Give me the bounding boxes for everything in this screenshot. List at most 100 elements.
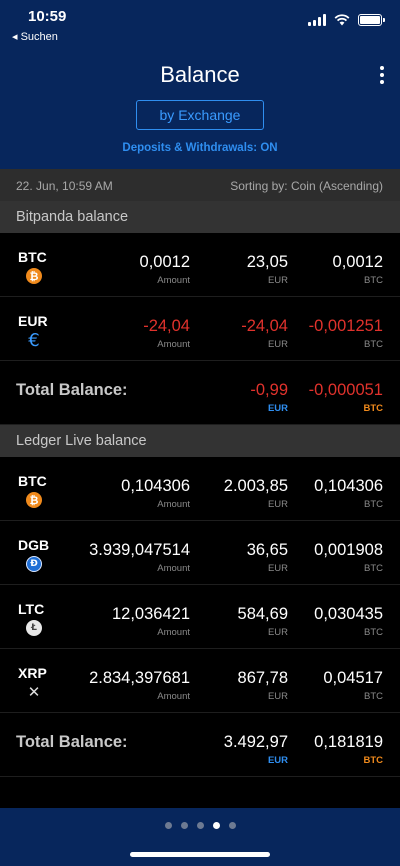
info-bar: 22. Jun, 10:59 AM Sorting by: Coin (Asce… (0, 169, 400, 201)
coin-code: EUR (18, 313, 48, 329)
coin-cell: EUR € (18, 313, 52, 351)
total-eur-value: 3.492,97 (223, 733, 288, 751)
eur-cell: 584,69 EUR (238, 605, 288, 638)
btc-value: -0,001251 (308, 317, 383, 335)
btc-cell: 0,04517 BTC (323, 669, 383, 702)
amount-value: 3.939,047514 (89, 541, 190, 559)
coin-cell: XRP ✕ (18, 665, 52, 701)
total-btc-cell: 0,181819 BTC (314, 733, 383, 766)
amount-cell: 2.834,397681 Amount (89, 669, 190, 702)
btc-cell: 0,030435 BTC (314, 605, 383, 638)
eur-value: 2.003,85 (223, 477, 288, 495)
page-title: Balance (160, 62, 240, 87)
bitcoin-icon: ₿ (26, 268, 42, 284)
btc-unit: BTC (363, 755, 383, 766)
deposits-withdrawals-toggle[interactable]: Deposits & Withdrawals: ON (0, 142, 400, 154)
eur-value: 867,78 (237, 669, 288, 687)
cellular-signal-icon (308, 14, 326, 26)
btc-value: 0,030435 (314, 605, 383, 623)
amount-cell: -24,04 Amount (143, 317, 190, 350)
eur-cell: -24,04 EUR (241, 317, 288, 350)
eur-cell: 867,78 EUR (238, 669, 288, 702)
updated-date: 22. Jun, 10:59 AM (16, 179, 113, 193)
page-dot[interactable] (228, 822, 236, 829)
status-time: 10:59 (28, 8, 67, 25)
more-menu-icon[interactable] (380, 66, 384, 84)
coin-code: XRP (18, 665, 47, 681)
header-bar: 10:59 ◂ Suchen Balance by Exchange Depos… (0, 0, 400, 169)
total-label: Total Balance: (16, 733, 128, 751)
total-btc-value: -0,000051 (308, 381, 383, 399)
total-btc-cell: -0,000051 BTC (309, 381, 383, 414)
amount-unit: Amount (157, 339, 190, 350)
eur-cell: 2.003,85 EUR (224, 477, 288, 510)
amount-unit: Amount (157, 275, 190, 286)
eur-value: 584,69 (237, 605, 288, 623)
ripple-icon: ✕ (27, 683, 41, 701)
amount-cell: 0,104306 Amount (121, 477, 190, 510)
btc-unit: BTC (364, 691, 383, 702)
balance-row-btc[interactable]: BTC ₿ 0,104306 Amount 2.003,85 EUR 0,10430… (0, 457, 400, 521)
total-label: Total Balance: (16, 381, 128, 399)
section-header-bitpanda: Bitpanda balance (0, 201, 400, 233)
home-indicator[interactable] (130, 852, 270, 857)
sorting-selector[interactable]: Sorting by: Coin (Ascending) (230, 179, 383, 193)
status-icons (308, 14, 385, 26)
btc-cell: 0,0012 BTC (333, 253, 383, 286)
coin-cell: BTC ₿ (18, 473, 52, 508)
eur-unit: EUR (267, 275, 288, 286)
amount-unit: Amount (157, 563, 190, 574)
euro-icon: € (28, 329, 40, 351)
total-btc-value: 0,181819 (314, 733, 383, 751)
amount-unit: Amount (157, 499, 190, 510)
total-balance-row-ledger: Total Balance: 3.492,97 EUR 0,181819 BTC (0, 713, 400, 777)
page-dot[interactable] (196, 822, 204, 829)
amount-value: 0,0012 (139, 253, 190, 271)
btc-value: 0,001908 (314, 541, 383, 559)
page-indicator[interactable] (0, 822, 400, 829)
battery-icon (358, 14, 385, 26)
balance-row-ltc[interactable]: LTC Ł 12,036421 Amount 584,69 EUR 0,030435… (0, 585, 400, 649)
eur-unit: EUR (267, 339, 288, 350)
btc-unit: BTC (364, 339, 383, 350)
by-exchange-button[interactable]: by Exchange (136, 100, 264, 130)
btc-cell: 0,001908 BTC (314, 541, 383, 574)
amount-value: 0,104306 (121, 477, 190, 495)
eur-unit: EUR (267, 755, 288, 766)
btc-unit: BTC (364, 627, 383, 638)
wifi-icon (334, 14, 350, 26)
amount-cell: 0,0012 Amount (140, 253, 190, 286)
bitcoin-icon: ₿ (26, 492, 42, 508)
eur-cell: 36,65 EUR (247, 541, 288, 574)
coin-code: LTC (18, 601, 45, 617)
eur-unit: EUR (267, 627, 288, 638)
eur-unit: EUR (267, 563, 288, 574)
page-dot-active[interactable] (212, 822, 220, 829)
total-eur-value: -0,99 (250, 381, 288, 399)
balance-row-btc[interactable]: BTC ₿ 0,0012 Amount 23,05 EUR 0,0012 BTC (0, 233, 400, 297)
balance-row-xrp[interactable]: XRP ✕ 2.834,397681 Amount 867,78 EUR 0,045… (0, 649, 400, 713)
balance-row-eur[interactable]: EUR € -24,04 Amount -24,04 EUR -0,001251 BT… (0, 297, 400, 361)
btc-value: 0,0012 (332, 253, 383, 271)
footer-bar (0, 808, 400, 866)
amount-unit: Amount (157, 627, 190, 638)
total-eur-cell: 3.492,97 EUR (224, 733, 288, 766)
digibyte-icon: Ð (26, 556, 42, 572)
eur-value: -24,04 (241, 317, 288, 335)
amount-value: -24,04 (143, 317, 190, 335)
page-dot[interactable] (164, 822, 172, 829)
coin-code: BTC (18, 473, 47, 489)
eur-value: 36,65 (246, 541, 288, 559)
btc-value: 0,104306 (314, 477, 383, 495)
amount-unit: Amount (157, 691, 190, 702)
btc-cell: 0,104306 BTC (314, 477, 383, 510)
page-dot[interactable] (180, 822, 188, 829)
coin-code: BTC (18, 249, 47, 265)
back-to-search-link[interactable]: ◂ Suchen (12, 30, 58, 43)
balance-row-dgb[interactable]: DGB Ð 3.939,047514 Amount 36,65 EUR 0,0019… (0, 521, 400, 585)
btc-cell: -0,001251 BTC (309, 317, 383, 350)
btc-unit: BTC (364, 499, 383, 510)
amount-cell: 3.939,047514 Amount (89, 541, 190, 574)
btc-unit: BTC (363, 403, 383, 414)
eur-cell: 23,05 EUR (247, 253, 288, 286)
